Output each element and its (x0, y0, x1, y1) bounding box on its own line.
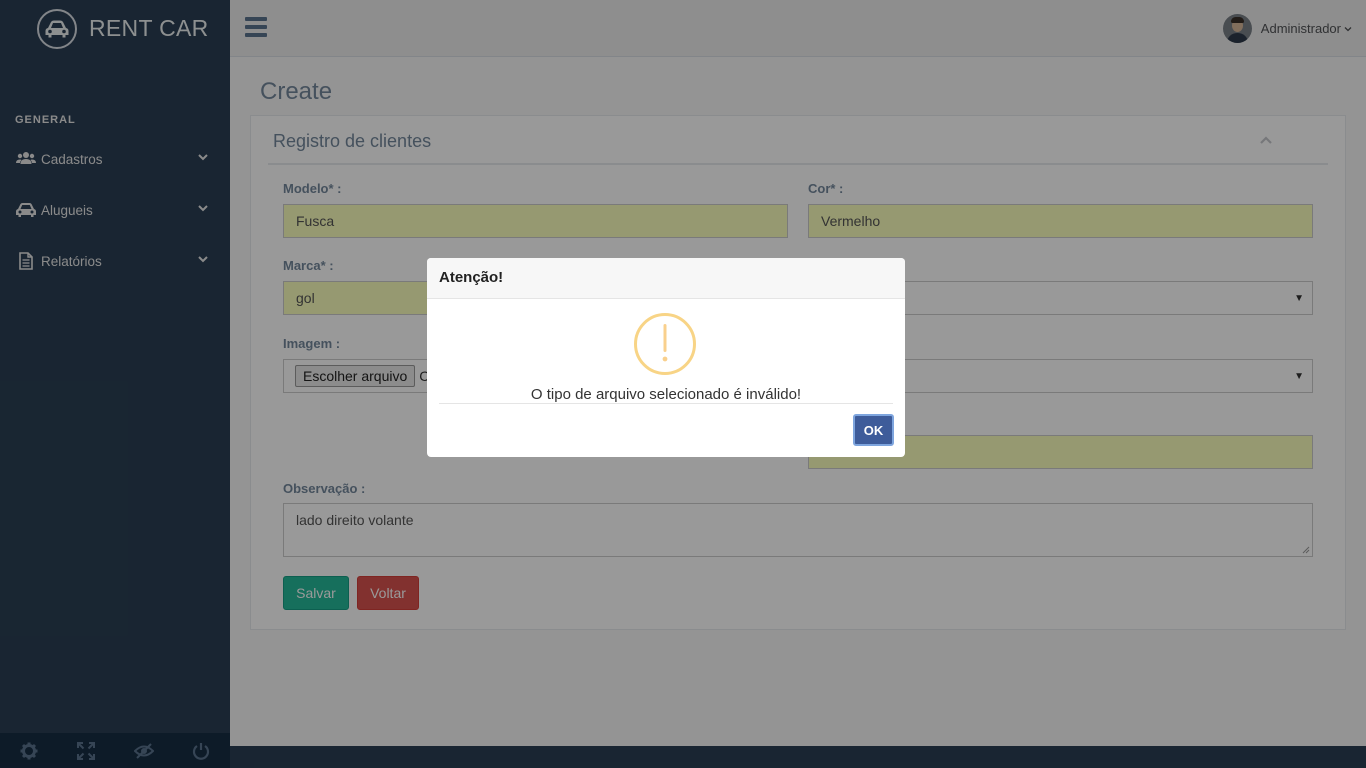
warning-icon (634, 313, 696, 375)
ok-button[interactable]: OK (853, 414, 894, 446)
alert-dialog: Atenção! O tipo de arquivo selecionado é… (427, 258, 905, 457)
dialog-divider (439, 403, 893, 404)
dialog-title: Atenção! (427, 258, 905, 299)
dialog-message: O tipo de arquivo selecionado é inválido… (530, 386, 802, 403)
